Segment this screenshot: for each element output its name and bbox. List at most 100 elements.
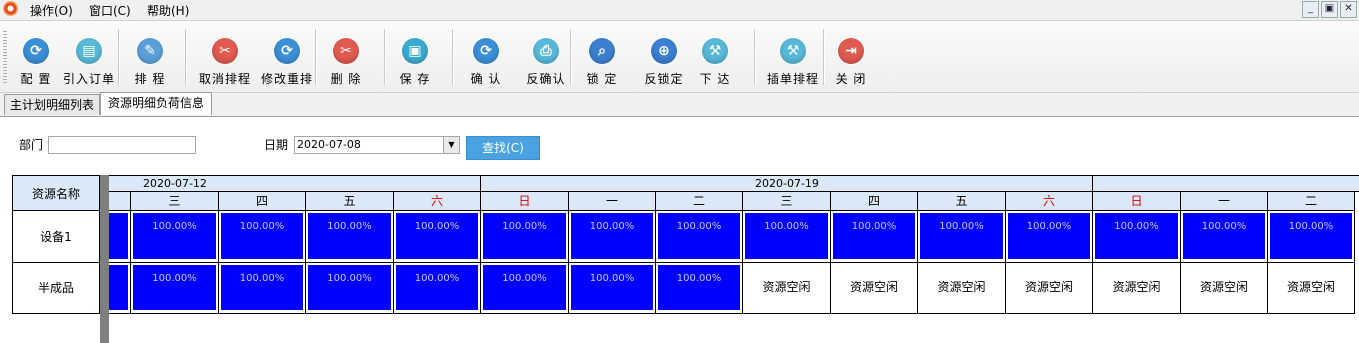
load-cell[interactable]: 资源空闲: [918, 263, 1006, 314]
toolbar-button-label: 锁 定: [586, 72, 618, 86]
load-bar: 100.00%: [483, 265, 566, 310]
toolbar-button-label: 修改重排: [260, 72, 313, 86]
menu-bar: 操作(O) 窗口(C) 帮助(H) _ ▣ ✕: [0, 0, 1359, 19]
load-cell[interactable]: 100.00%: [394, 211, 481, 263]
toolbar-grip[interactable]: [3, 31, 7, 83]
toolbar-button-9[interactable]: ⌕ 锁 定: [576, 21, 628, 91]
minimize-button[interactable]: _: [1302, 1, 1319, 18]
load-cell[interactable]: 100.00%: [569, 211, 656, 263]
load-cell[interactable]: 100.00%: [306, 211, 394, 263]
app-logo-icon: [3, 1, 18, 16]
close-window-button[interactable]: ✕: [1340, 1, 1357, 18]
idle-label: 资源空闲: [1112, 280, 1161, 294]
load-bar: 100.00%: [1095, 213, 1178, 259]
resource-load-panel: 部门 日期 2020-07-08 ▼ 查找(C) 资源名称 设备1 半成品 20…: [0, 117, 1359, 343]
load-cell[interactable]: 100.00%: [1006, 211, 1093, 263]
load-cell[interactable]: 资源空闲: [743, 263, 831, 314]
load-cell[interactable]: 100.00%: [131, 263, 219, 314]
toolbar-button-label: 确 认: [470, 72, 502, 86]
day-header: 六: [394, 192, 481, 211]
toolbar-button-label: 排 程: [134, 72, 166, 86]
load-cell[interactable]: 资源空闲: [1093, 263, 1181, 314]
load-bar: 100.00%: [221, 265, 303, 310]
day-header: 六: [1006, 192, 1093, 211]
toolbar-separator: [823, 29, 824, 85]
stamp-icon: ⚒: [780, 38, 806, 64]
load-cell[interactable]: [109, 263, 131, 314]
toolbar-button-8[interactable]: ⎙ 反确认: [518, 21, 574, 91]
toolbar-button-10[interactable]: ⊕ 反锁定: [640, 21, 688, 91]
toolbar-button-2[interactable]: ✎ 排 程: [124, 21, 176, 91]
load-bar: 100.00%: [133, 213, 216, 259]
toolbar-button-5[interactable]: ✂ 删 除: [322, 21, 370, 91]
toolbar-button-6[interactable]: ▣ 保 存: [391, 21, 439, 91]
load-cell[interactable]: [109, 211, 131, 263]
load-cell[interactable]: 100.00%: [394, 263, 481, 314]
document-icon: ▤: [76, 38, 102, 64]
load-cell[interactable]: 100.00%: [131, 211, 219, 263]
toolbar-separator: [185, 29, 186, 85]
load-cell[interactable]: 100.00%: [481, 263, 569, 314]
load-cell[interactable]: 资源空闲: [1006, 263, 1093, 314]
load-bar: 100.00%: [133, 265, 216, 310]
day-header: [109, 192, 131, 211]
load-bar: 100.00%: [1183, 213, 1265, 259]
refresh-icon: ⟳: [473, 38, 499, 64]
load-bar: 100.00%: [658, 265, 740, 310]
toolbar-button-12[interactable]: ⚒ 插单排程: [763, 21, 823, 91]
load-cell[interactable]: 100.00%: [1181, 211, 1268, 263]
load-cell[interactable]: 100.00%: [219, 263, 306, 314]
load-bar: 100.00%: [745, 213, 828, 259]
toolbar-button-label: 下 达: [699, 72, 731, 86]
idle-label: 资源空闲: [1024, 280, 1073, 294]
load-cell[interactable]: 100.00%: [569, 263, 656, 314]
frozen-column-splitter[interactable]: [100, 175, 109, 343]
load-cell[interactable]: 100.00%: [481, 211, 569, 263]
toolbar-button-3[interactable]: ✂ 取消排程: [196, 21, 254, 91]
menu-window[interactable]: 窗口(C): [89, 2, 131, 19]
date-picker[interactable]: 2020-07-08 ▼: [294, 136, 460, 154]
load-cell[interactable]: 资源空闲: [1181, 263, 1268, 314]
load-cell[interactable]: 100.00%: [656, 263, 743, 314]
toolbar-button-11[interactable]: ⚒ 下 达: [694, 21, 736, 91]
load-cell[interactable]: 100.00%: [1093, 211, 1181, 263]
toolbar-button-label: 取消排程: [198, 72, 251, 86]
toolbar-button-label: 引入订单: [62, 72, 115, 86]
resource-name-cell[interactable]: 半成品: [12, 263, 100, 314]
load-cell[interactable]: 100.00%: [306, 263, 394, 314]
toolbar-button-7[interactable]: ⟳ 确 认: [460, 21, 512, 91]
toolbar-button-label: 保 存: [399, 72, 431, 86]
week-header: 2020-07-12: [109, 175, 481, 192]
toolbar-button-4[interactable]: ⟳ 修改重排: [258, 21, 316, 91]
toolbar-button-1[interactable]: ▤ 引入订单: [59, 21, 119, 91]
restore-button[interactable]: ▣: [1321, 1, 1338, 18]
tab-master-plan-list[interactable]: 主计划明细列表: [4, 94, 100, 115]
load-cell[interactable]: 100.00%: [831, 211, 918, 263]
menu-operate[interactable]: 操作(O): [30, 2, 73, 19]
chevron-down-icon[interactable]: ▼: [443, 137, 459, 153]
load-cell[interactable]: 100.00%: [918, 211, 1006, 263]
resource-name-header: 资源名称: [12, 175, 100, 211]
week-header: 2020-07-19: [481, 175, 1093, 192]
search-button[interactable]: 查找(C): [466, 136, 540, 160]
load-bar: [109, 213, 128, 259]
day-header: 二: [1268, 192, 1355, 211]
toolbar-button-0[interactable]: ⟳ 配 置: [17, 21, 55, 91]
tab-resource-load-info[interactable]: 资源明细负荷信息: [100, 92, 212, 115]
load-cell[interactable]: 100.00%: [743, 211, 831, 263]
load-cell[interactable]: 资源空闲: [1268, 263, 1355, 314]
print-icon: ⎙: [533, 38, 559, 64]
load-bar: 100.00%: [308, 213, 391, 259]
department-input[interactable]: [48, 136, 196, 154]
load-bar: 100.00%: [658, 213, 740, 259]
load-cell[interactable]: 资源空闲: [831, 263, 918, 314]
menu-help[interactable]: 帮助(H): [147, 2, 189, 19]
load-cell[interactable]: 100.00%: [219, 211, 306, 263]
toolbar-button-13[interactable]: ⇥ 关 闭: [830, 21, 872, 91]
date-label: 日期: [264, 138, 289, 152]
load-cell[interactable]: 100.00%: [656, 211, 743, 263]
resource-name-cell[interactable]: 设备1: [12, 211, 100, 263]
load-bar: 100.00%: [833, 213, 915, 259]
toolbar-button-label: 配 置: [20, 72, 52, 86]
load-cell[interactable]: 100.00%: [1268, 211, 1355, 263]
